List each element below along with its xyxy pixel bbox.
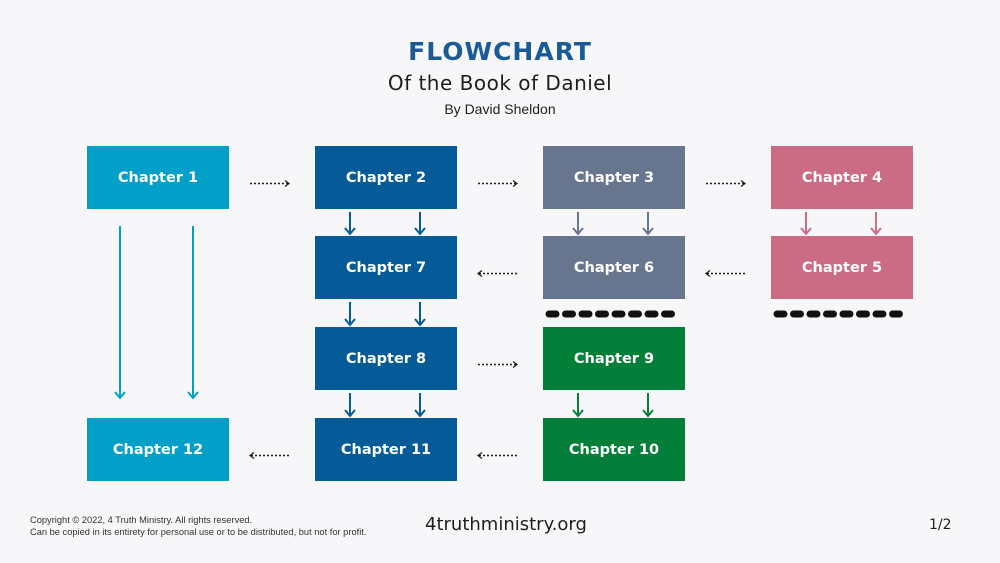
arrow-ch2-to-ch7-2	[414, 212, 426, 236]
chapter-6-label: Chapter 6	[573, 259, 655, 276]
chapter-10-box: Chapter 10	[543, 418, 685, 481]
page-number: 1/2	[929, 517, 952, 533]
chapter-1-box: Chapter 1	[87, 146, 229, 209]
chapter-11-label: Chapter 11	[340, 441, 432, 458]
copyright-notice: Copyright © 2022, 4 Truth Ministry. All …	[30, 514, 366, 538]
arrow-ch9-to-ch10-1	[572, 393, 584, 418]
chapter-4-box: Chapter 4	[771, 146, 913, 209]
chapter-4-label: Chapter 4	[801, 169, 883, 186]
arrow-ch7-to-ch8-2	[414, 302, 426, 327]
chapter-7-box: Chapter 7	[315, 236, 457, 299]
chapter-2-label: Chapter 2	[345, 169, 427, 186]
chapter-12-box: Chapter 12	[87, 418, 229, 481]
arrow-ch1-to-ch12-2	[187, 226, 199, 400]
chapter-9-label: Chapter 9	[573, 350, 655, 367]
chapter-10-label: Chapter 10	[568, 441, 660, 458]
chapter-2-box: Chapter 2	[315, 146, 457, 209]
copyright-line-1: Copyright © 2022, 4 Truth Ministry. All …	[30, 515, 253, 525]
website-link[interactable]: 4truthministry.org	[425, 514, 587, 535]
copyright-line-2: Can be copied in its entirety for person…	[30, 527, 367, 537]
arrow-ch8-to-ch11-1	[344, 393, 356, 418]
chapter-5-box: Chapter 5	[771, 236, 913, 299]
chapter-3-box: Chapter 3	[543, 146, 685, 209]
chapter-1-label: Chapter 1	[117, 169, 199, 186]
arrow-ch8-to-ch11-2	[414, 393, 426, 418]
arrow-ch3-to-ch6-2	[642, 212, 654, 236]
chapter-8-label: Chapter 8	[345, 350, 427, 367]
chapter-8-box: Chapter 8	[315, 327, 457, 390]
chapter-5-label: Chapter 5	[801, 259, 883, 276]
chapter-11-box: Chapter 11	[315, 418, 457, 481]
chapter-9-box: Chapter 9	[543, 327, 685, 390]
arrow-ch9-to-ch10-2	[642, 393, 654, 418]
chapter-12-label: Chapter 12	[112, 441, 204, 458]
chapter-3-label: Chapter 3	[573, 169, 655, 186]
chapter-6-box: Chapter 6	[543, 236, 685, 299]
chapter-7-label: Chapter 7	[345, 259, 427, 276]
arrow-ch3-to-ch6-1	[572, 212, 584, 236]
arrow-ch4-to-ch5-2	[870, 212, 882, 236]
arrow-ch2-to-ch7-1	[344, 212, 356, 236]
arrow-ch4-to-ch5-1	[800, 212, 812, 236]
arrow-ch7-to-ch8-1	[344, 302, 356, 327]
arrow-ch1-to-ch12-1	[114, 226, 126, 400]
